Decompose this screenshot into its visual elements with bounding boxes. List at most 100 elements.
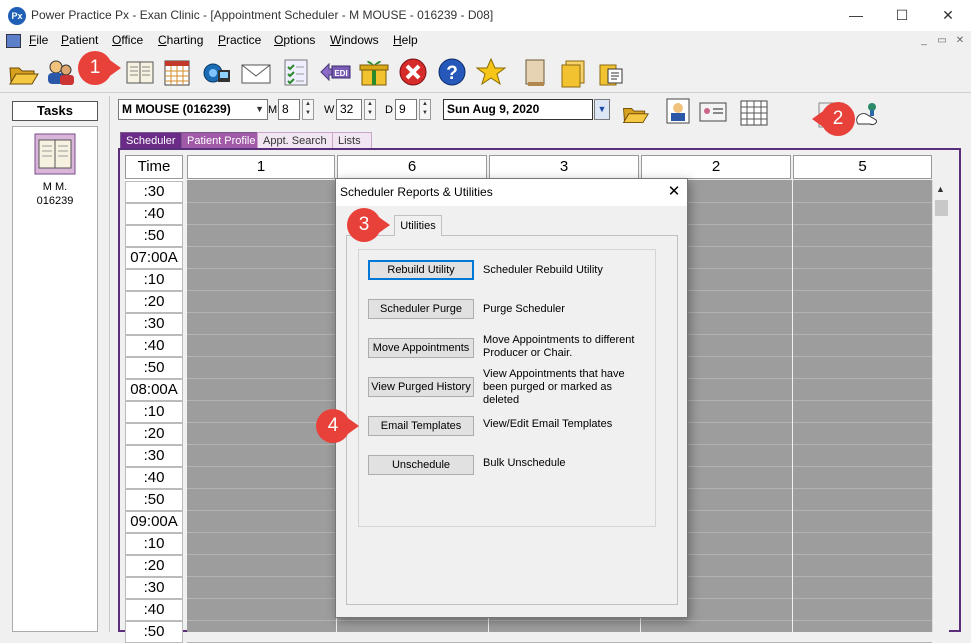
column-header[interactable]: 2 — [641, 155, 791, 179]
menu-bar: File Patient Office Charting Practice Op… — [0, 31, 971, 51]
time-slot-label: :20 — [125, 555, 183, 577]
menu-charting[interactable]: Charting — [158, 33, 203, 47]
column-header[interactable]: 5 — [793, 155, 932, 179]
edi-icon[interactable]: EDI — [318, 55, 352, 89]
callout-badge-1: 1 — [77, 50, 121, 86]
svg-text:EDI: EDI — [334, 69, 347, 78]
grid-row-line — [187, 620, 932, 621]
callout-badge-2: 2 — [812, 101, 856, 137]
patient-select[interactable]: M MOUSE (016239) ▼ — [118, 99, 268, 120]
time-slot-label: :50 — [125, 357, 183, 379]
menu-patient[interactable]: Patient — [61, 33, 98, 47]
patient-select-value: M MOUSE (016239) — [122, 102, 231, 116]
hand-stamp-icon[interactable] — [852, 100, 882, 128]
vertical-scrollbar[interactable]: ▲ — [932, 180, 949, 632]
month-spinner[interactable]: ▲ ▼ — [302, 99, 314, 120]
time-slot-label: :10 — [125, 401, 183, 423]
favorite-star-icon[interactable] — [474, 55, 508, 89]
time-slot-label: :10 — [125, 269, 183, 291]
patient-card-icon[interactable] — [664, 97, 692, 125]
app-logo-icon: Px — [8, 7, 26, 25]
time-slot-label: :20 — [125, 423, 183, 445]
tab-utilities[interactable]: Utilities — [394, 215, 442, 236]
help-question-icon[interactable]: ? — [435, 55, 469, 89]
move-appointments-button[interactable]: Move Appointments — [368, 338, 474, 358]
time-slot-label: :30 — [125, 181, 183, 203]
column-header[interactable]: 3 — [489, 155, 639, 179]
date-dropdown-chevron-icon[interactable]: ▼ — [594, 99, 610, 120]
tasks-heading: Tasks — [12, 101, 98, 121]
scheduler-book-icon[interactable] — [123, 55, 157, 89]
view-purged-history-desc: View Appointments that have been purged … — [483, 368, 625, 406]
task-patient-name[interactable]: M M. — [12, 181, 98, 193]
mdi-close-button[interactable]: ✕ — [953, 34, 967, 48]
menu-office[interactable]: Office — [112, 33, 143, 47]
day-spinner[interactable]: ▲ ▼ — [419, 99, 431, 120]
id-card-icon[interactable] — [698, 99, 728, 125]
schedule-grid-icon[interactable] — [739, 99, 769, 127]
time-slot-label: 09:00A — [125, 511, 183, 533]
calendar-grid-icon[interactable] — [161, 55, 195, 89]
time-slot-label: :40 — [125, 599, 183, 621]
patient-task-book-icon[interactable] — [34, 132, 76, 176]
time-slot-label: :20 — [125, 291, 183, 313]
week-spinner[interactable]: ▲ ▼ — [364, 99, 376, 120]
menu-help[interactable]: Help — [393, 33, 418, 47]
checklist-icon[interactable] — [279, 55, 313, 89]
document-folder-icon[interactable] — [595, 55, 629, 89]
view-purged-history-button[interactable]: View Purged History — [368, 377, 474, 397]
mail-envelope-icon[interactable] — [239, 55, 273, 89]
callout-badge-4: 4 — [315, 408, 359, 444]
scheduler-purge-button[interactable]: Scheduler Purge — [368, 299, 474, 319]
scroll-up-arrow-icon[interactable]: ▲ — [936, 184, 945, 194]
unschedule-desc: Bulk Unschedule — [483, 457, 566, 469]
gift-box-icon[interactable] — [357, 55, 391, 89]
open-folder-icon-2[interactable] — [620, 97, 650, 127]
folders-icon[interactable] — [556, 55, 590, 89]
time-slot-label: :40 — [125, 203, 183, 225]
open-folder-icon[interactable] — [6, 55, 40, 89]
chevron-down-icon: ▼ — [255, 104, 264, 114]
week-field[interactable]: 32 — [336, 99, 362, 120]
patient-icon[interactable] — [43, 55, 77, 89]
menu-practice[interactable]: Practice — [218, 33, 261, 47]
date-field[interactable]: Sun Aug 9, 2020 — [443, 99, 593, 120]
menu-windows[interactable]: Windows — [330, 33, 379, 47]
rebuild-utility-button[interactable]: Rebuild Utility — [368, 260, 474, 280]
minimize-button[interactable]: — — [833, 0, 879, 31]
column-header[interactable]: 6 — [337, 155, 487, 179]
mdi-restore-button[interactable]: ▭ — [935, 34, 949, 48]
time-slot-label: :50 — [125, 621, 183, 643]
column-header[interactable]: 1 — [187, 155, 335, 179]
month-field[interactable]: 8 — [278, 99, 300, 120]
time-slot-label: :50 — [125, 225, 183, 247]
task-patient-id: 016239 — [36, 195, 74, 207]
title-bar: Px Power Practice Px - Exan Clinic - [Ap… — [0, 0, 971, 31]
unschedule-button[interactable]: Unschedule — [368, 455, 474, 475]
time-slot-label: :40 — [125, 467, 183, 489]
time-slot-label: :10 — [125, 533, 183, 555]
email-templates-button[interactable]: Email Templates — [368, 416, 474, 436]
main-toolbar: EDI ? — [0, 51, 971, 93]
month-label: M — [268, 104, 278, 116]
mdi-doc-icon[interactable] — [6, 34, 21, 48]
time-slot-label: :40 — [125, 335, 183, 357]
time-slot-label: :50 — [125, 489, 183, 511]
stop-cancel-icon[interactable] — [396, 55, 430, 89]
close-button[interactable]: ✕ — [925, 0, 971, 31]
scroll-thumb[interactable] — [935, 200, 948, 216]
day-field[interactable]: 9 — [395, 99, 417, 120]
time-header: Time — [125, 155, 183, 179]
notepad-icon[interactable] — [518, 55, 552, 89]
time-slot-label: :30 — [125, 445, 183, 467]
week-label: W — [324, 104, 335, 116]
mdi-minimize-button[interactable]: _ — [917, 34, 931, 48]
imaging-camera-icon[interactable] — [200, 55, 234, 89]
dialog-close-button[interactable]: ✕ — [662, 181, 686, 203]
time-slot-label: 08:00A — [125, 379, 183, 401]
menu-options[interactable]: Options — [274, 33, 315, 47]
svg-text:?: ? — [446, 63, 458, 84]
day-label: D — [385, 104, 393, 116]
menu-file[interactable]: File — [29, 33, 48, 47]
maximize-button[interactable]: ☐ — [879, 0, 925, 31]
